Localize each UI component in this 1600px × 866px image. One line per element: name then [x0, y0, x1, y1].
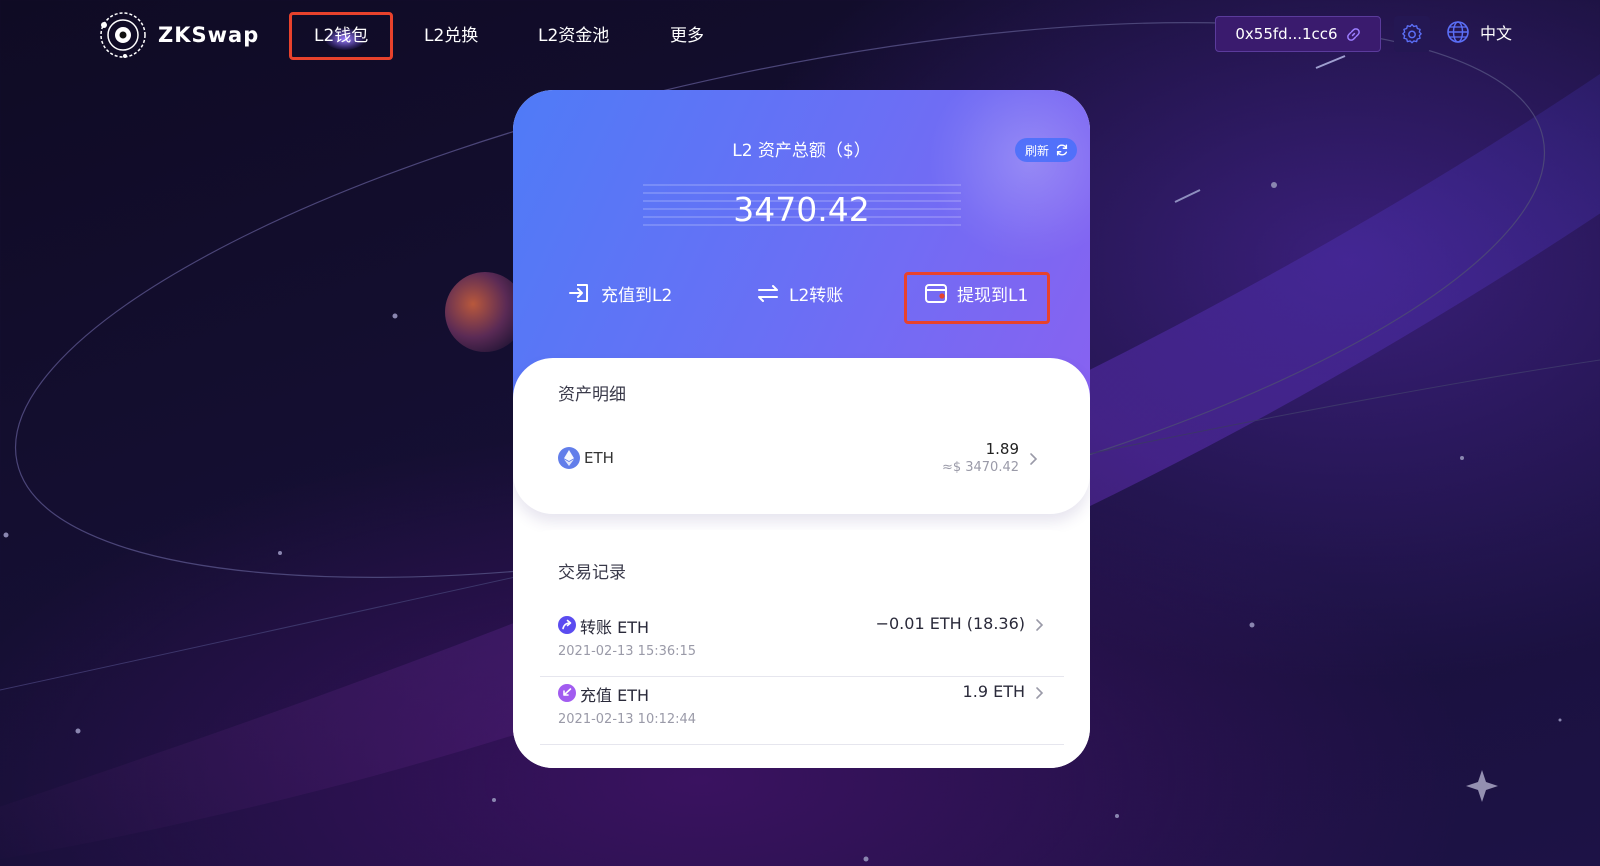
transfer-tx-icon	[558, 616, 576, 634]
transaction-history-title: 交易记录	[558, 563, 626, 583]
star	[1115, 814, 1119, 818]
deposit-tx-icon	[558, 684, 576, 702]
transaction-type: 转账 ETH	[580, 618, 650, 637]
star	[1460, 456, 1464, 460]
asset-row-eth[interactable]: ETH 1.89 ≈$ 3470.42	[558, 440, 1043, 480]
refresh-button[interactable]: 刷新	[1015, 138, 1078, 162]
transaction-divider	[540, 676, 1064, 677]
nav-l2-swap[interactable]: L2兑换	[424, 21, 478, 46]
star	[863, 856, 869, 862]
refresh-label: 刷新	[1025, 143, 1050, 158]
transaction-row[interactable]: 转账 ETH −0.01 ETH (18.36) 2021-02-13 15:3…	[558, 610, 1053, 672]
header-decoration	[930, 90, 1090, 260]
transaction-time: 2021-02-13 15:36:15	[558, 644, 697, 659]
deposit-to-l2-button[interactable]: 充值到L2	[567, 280, 672, 306]
sparkle	[1466, 770, 1498, 802]
wallet-address-button[interactable]: 0x55fd...1cc6	[1215, 16, 1381, 52]
nav-l2-wallet[interactable]: L2钱包	[314, 21, 368, 46]
wallet-address: 0x55fd...1cc6	[1235, 25, 1338, 43]
star	[492, 798, 496, 802]
link-icon	[1346, 27, 1360, 41]
withdraw-label: 提现到L1	[957, 285, 1029, 306]
deposit-icon	[569, 284, 588, 302]
chevron-right-icon	[1030, 453, 1038, 465]
l2-transfer-button[interactable]: L2转账	[755, 280, 843, 306]
wallet-icon	[925, 284, 947, 303]
asset-symbol: ETH	[584, 449, 614, 467]
transaction-row[interactable]: 充值 ETH 1.9 ETH 2021-02-13 10:12:44	[558, 678, 1053, 740]
star	[1558, 718, 1562, 722]
transfer-label: L2转账	[789, 285, 844, 306]
shooting-star	[1174, 189, 1201, 203]
transaction-time: 2021-02-13 10:12:44	[558, 712, 697, 727]
asset-details-panel: 资产明细 ETH 1.89 ≈$ 3470.42	[513, 358, 1090, 514]
chevron-right-icon	[1036, 619, 1044, 631]
chevron-right-icon	[1036, 687, 1044, 699]
transfer-icon	[758, 285, 778, 302]
total-assets-title: L2 资产总额（$）	[732, 141, 871, 161]
asset-details-title: 资产明细	[558, 385, 626, 405]
gear-icon	[1402, 23, 1422, 44]
star	[392, 313, 398, 319]
star	[1271, 182, 1277, 188]
star	[3, 532, 9, 538]
top-nav-bar: ZKSwap L2钱包 L2兑换 L2资金池 更多 0x55fd...1cc6 …	[0, 0, 1600, 66]
asset-usd-value: ≈$ 3470.42	[941, 460, 1019, 475]
globe-icon	[1447, 21, 1469, 43]
transaction-type: 充值 ETH	[580, 686, 650, 705]
eth-icon	[558, 447, 580, 469]
asset-amount: 1.89	[985, 440, 1019, 458]
refresh-icon	[1056, 144, 1068, 156]
nav-l2-pool[interactable]: L2资金池	[538, 21, 609, 46]
star	[1249, 622, 1255, 628]
total-assets-value: 3470.42	[733, 190, 870, 229]
zkswap-logo-icon	[100, 12, 146, 58]
brand-name: ZKSwap	[158, 23, 260, 47]
star	[75, 728, 81, 734]
transaction-divider	[540, 744, 1064, 745]
language-button[interactable]: 中文	[1446, 20, 1512, 44]
brand-logo[interactable]: ZKSwap	[98, 10, 259, 60]
nav-more[interactable]: 更多	[670, 21, 704, 46]
l2-wallet-card: L2 资产总额（$） 刷新 3470.42 充值到L2 L2转账 提现到L1 资…	[513, 90, 1090, 768]
deposit-label: 充值到L2	[601, 285, 673, 306]
withdraw-to-l1-button[interactable]: 提现到L1	[923, 280, 1028, 306]
transaction-amount: 1.9 ETH	[962, 682, 1025, 701]
settings-button[interactable]	[1394, 16, 1430, 52]
star	[278, 551, 282, 555]
transaction-amount: −0.01 ETH (18.36)	[875, 614, 1025, 633]
transaction-history-panel: 交易记录 转账 ETH −0.01 ETH (18.36) 2021-02-13…	[513, 530, 1090, 768]
language-label: 中文	[1480, 24, 1513, 43]
